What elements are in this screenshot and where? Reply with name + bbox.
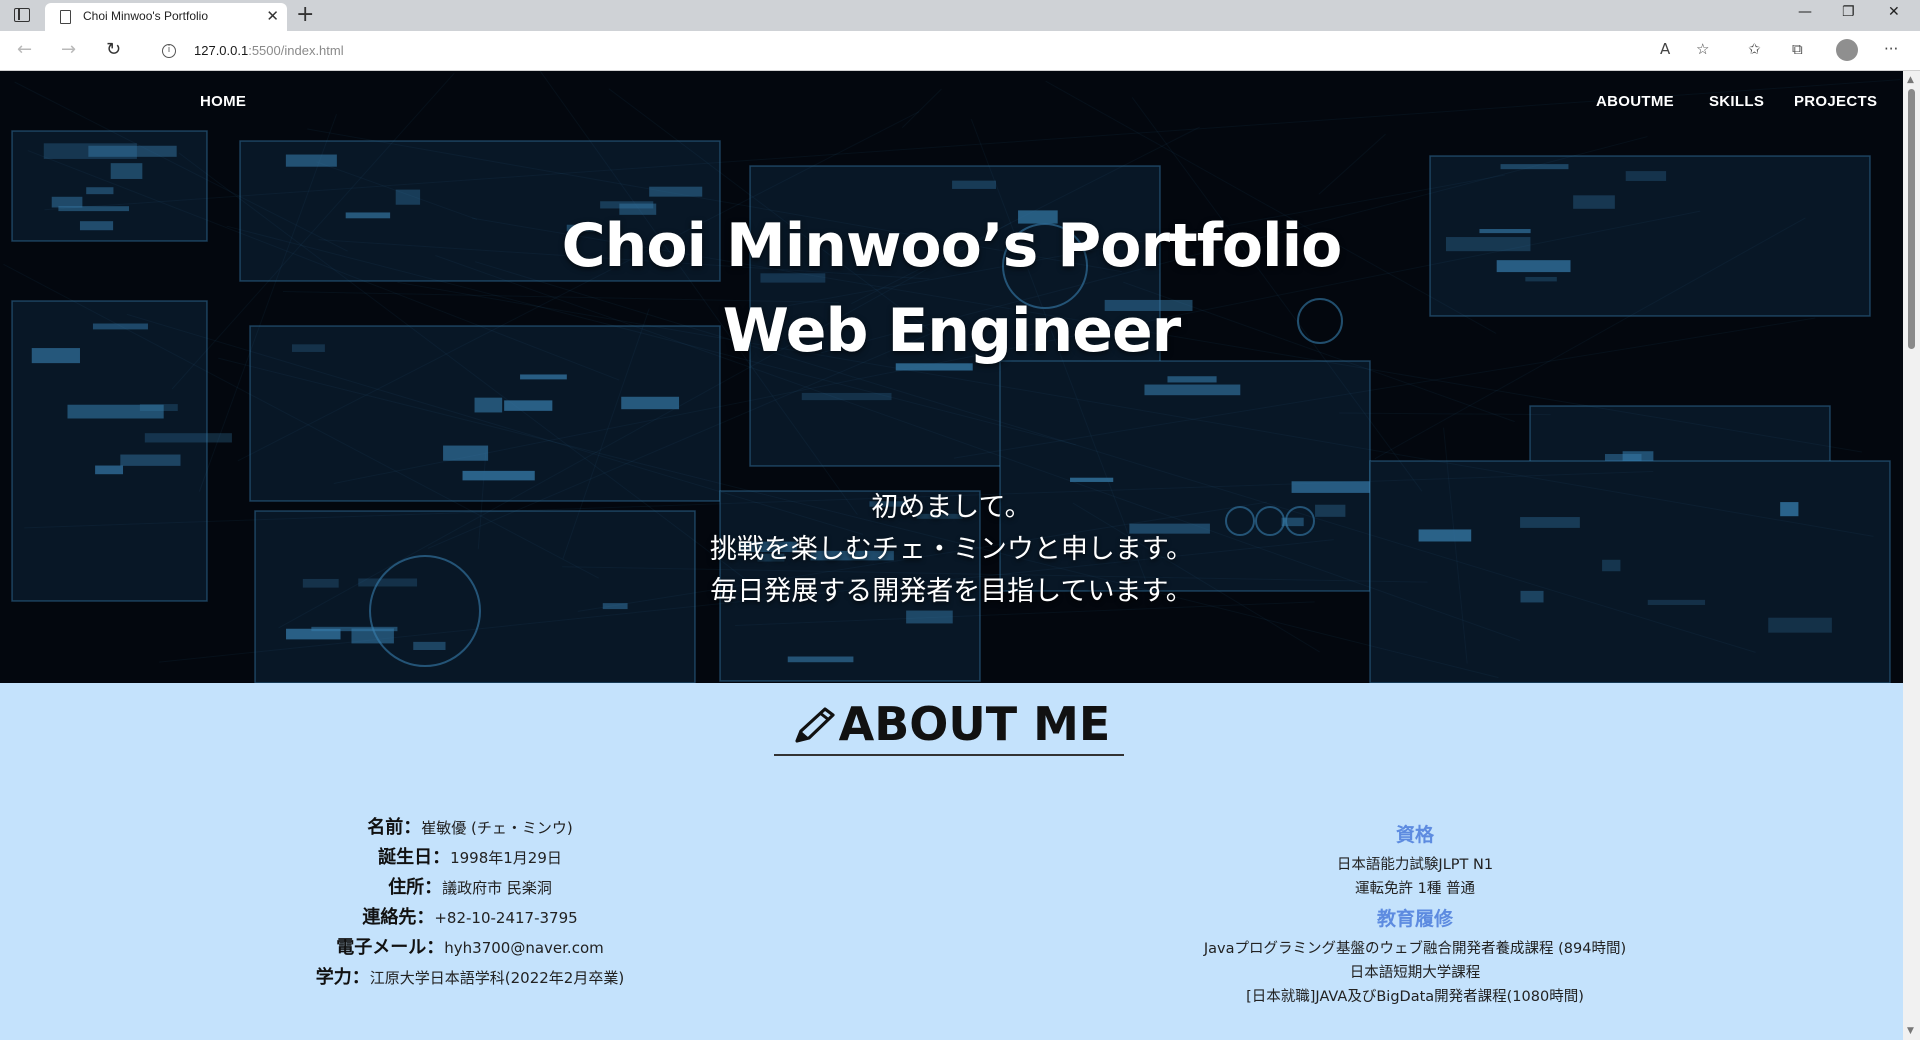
- browser-tab[interactable]: Choi Minwoo's Portfolio ✕: [45, 3, 287, 31]
- tab-actions-icon[interactable]: [14, 8, 30, 22]
- hero-title: Choi Minwoo’s Portfolio: [561, 211, 1343, 281]
- intro-line: 初めまして。: [871, 492, 1032, 523]
- qualification-item: 運転免許 1種 普通: [1355, 881, 1475, 897]
- profile-label: 連絡先：: [362, 907, 435, 928]
- profile-value: hyh3700@naver.com: [444, 939, 604, 957]
- qualification-item: 日本語能力試験JLPT N1: [1336, 857, 1494, 873]
- url-text[interactable]: 127.0.0.1:5500/index.html: [194, 43, 344, 58]
- back-icon[interactable]: ←: [17, 39, 32, 60]
- profile-row-name: 名前：崔敏優 (チェ・ミンウ): [250, 813, 690, 843]
- hero-section: HOME ABOUTME SKILLS PROJECTS Choi Minwoo…: [0, 71, 1903, 683]
- pencil-icon: [795, 706, 835, 743]
- profile-row-birthday: 誕生日：1998年1月29日: [250, 843, 690, 873]
- favorite-star-icon[interactable]: ☆: [1696, 40, 1709, 58]
- nav-skills-link[interactable]: SKILLS: [1709, 93, 1764, 110]
- scroll-up-icon[interactable]: ▲: [1907, 75, 1914, 85]
- about-heading-text: ABOUT ME: [838, 697, 1111, 751]
- more-menu-icon[interactable]: ···: [1884, 40, 1898, 58]
- minimize-icon[interactable]: —: [1798, 4, 1812, 20]
- collections-icon[interactable]: ⧉: [1792, 40, 1803, 58]
- refresh-icon[interactable]: ↻: [106, 39, 121, 60]
- top-nav: HOME ABOUTME SKILLS PROJECTS: [0, 93, 1903, 119]
- about-heading: ABOUT ME: [0, 697, 1903, 751]
- profile-label: 名前：: [367, 817, 422, 838]
- profile-value: 議政府市 民楽洞: [442, 879, 552, 897]
- page-scrollbar[interactable]: ▲ ▼: [1903, 71, 1920, 1040]
- profile-value: 1998年1月29日: [450, 849, 562, 867]
- forward-icon[interactable]: →: [61, 39, 76, 60]
- info-icon[interactable]: i: [162, 44, 176, 58]
- education-item: Javaプログラミング基盤のウェブ融合開発者養成課程 (894時間): [1203, 941, 1627, 957]
- scroll-down-icon[interactable]: ▼: [1907, 1026, 1914, 1036]
- education-item: [日本就職]JAVA及びBigData開発者課程(1080時間): [1246, 989, 1584, 1005]
- browser-toolbar: ← → ↻ i 127.0.0.1:5500/index.html A ☆ ✩ …: [0, 31, 1920, 71]
- profile-label: 誕生日：: [378, 847, 451, 868]
- profile-value: +82-10-2417-3795: [434, 909, 578, 927]
- profile-value: 江原大学日本語学科(2022年2月卒業): [369, 969, 625, 987]
- profile-list: 名前：崔敏優 (チェ・ミンウ) 誕生日：1998年1月29日 住所：議政府市 民…: [250, 813, 690, 993]
- hero-subtitle: Web Engineer: [722, 296, 1181, 366]
- restore-icon[interactable]: ❐: [1842, 4, 1855, 20]
- profile-label: 学力：: [315, 967, 370, 988]
- profile-row-email: 電子メール：hyh3700@naver.com: [250, 933, 690, 963]
- qualifications-heading: 資格: [1395, 824, 1434, 846]
- new-tab-icon[interactable]: +: [296, 2, 314, 27]
- read-aloud-icon[interactable]: A: [1660, 40, 1670, 58]
- profile-row-education: 学力：江原大学日本語学科(2022年2月卒業): [250, 963, 690, 993]
- heading-underline: [774, 754, 1124, 756]
- profile-row-phone: 連絡先：+82-10-2417-3795: [250, 903, 690, 933]
- nav-aboutme-link[interactable]: ABOUTME: [1596, 93, 1674, 110]
- profile-label: 電子メール：: [336, 937, 445, 958]
- tab-title: Choi Minwoo's Portfolio: [83, 9, 209, 23]
- profile-label: 住所：: [388, 877, 443, 898]
- page-icon: [60, 10, 71, 24]
- qualifications-panel: 資格 日本語能力試験JLPT N1 運転免許 1種 普通 教育履修 Javaプロ…: [1190, 823, 1640, 1009]
- profile-row-address: 住所：議政府市 民楽洞: [250, 873, 690, 903]
- education-item: 日本語短期大学課程: [1349, 965, 1481, 981]
- address-bar[interactable]: i 127.0.0.1:5500/index.html: [142, 35, 1407, 67]
- about-section: ABOUT ME 名前：崔敏優 (チェ・ミンウ) 誕生日：1998年1月29日 …: [0, 683, 1903, 1040]
- profile-avatar[interactable]: [1836, 39, 1858, 61]
- intro-line: 毎日発展する開発者を目指しています。: [710, 576, 1193, 607]
- intro-line: 挑戦を楽しむチェ・ミンウと申します。: [709, 534, 1194, 565]
- browser-tabbar: Choi Minwoo's Portfolio ✕ + — ❐ ✕: [0, 0, 1920, 31]
- scroll-thumb[interactable]: [1908, 89, 1915, 349]
- page-viewport: HOME ABOUTME SKILLS PROJECTS Choi Minwoo…: [0, 71, 1903, 1040]
- tab-close-icon[interactable]: ✕: [266, 7, 279, 25]
- window-close-icon[interactable]: ✕: [1888, 4, 1900, 20]
- education-heading: 教育履修: [1376, 908, 1453, 930]
- nav-home-link[interactable]: HOME: [200, 93, 246, 110]
- favorites-list-icon[interactable]: ✩: [1748, 40, 1761, 58]
- nav-projects-link[interactable]: PROJECTS: [1794, 93, 1877, 110]
- profile-value: 崔敏優 (チェ・ミンウ): [421, 819, 573, 837]
